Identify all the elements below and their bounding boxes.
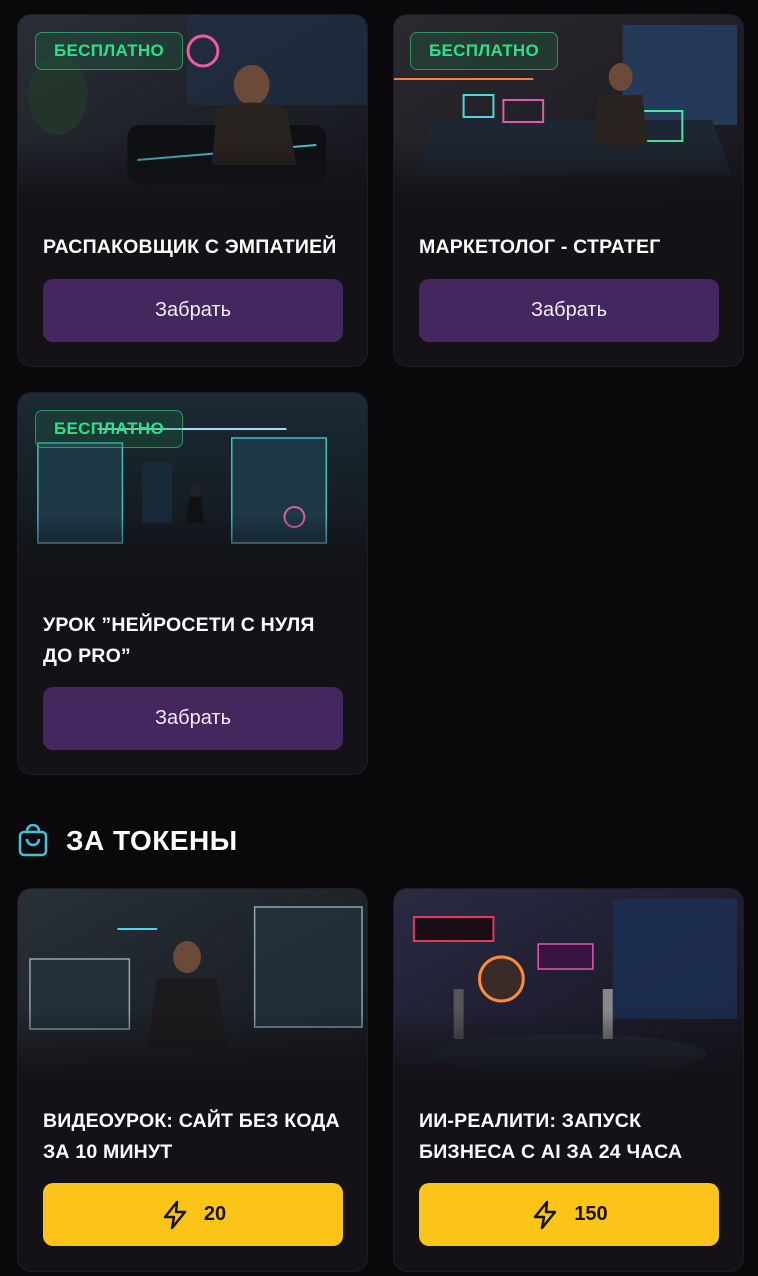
token-item-card-reality[interactable]: ИИ-РЕАЛИТИ: ЗАПУСК БИЗНЕСА С AI ЗА 24 ЧА… xyxy=(393,888,744,1272)
claim-button[interactable]: Забрать xyxy=(43,279,343,342)
lightning-icon xyxy=(163,1200,187,1229)
free-badge: БЕСПЛАТНО xyxy=(35,32,183,70)
card-title: МАРКЕТОЛОГ - СТРАТЕГ xyxy=(419,236,661,258)
free-item-card-marketer[interactable]: БЕСПЛАТНО МАРКЕТОЛОГ - СТРАТЕГ Забрать xyxy=(393,14,744,367)
section-title: ЗА ТОКЕНЫ xyxy=(66,825,238,856)
card-image xyxy=(18,889,367,1081)
card-image: БЕСПЛАТНО xyxy=(394,15,743,207)
token-item-card-website[interactable]: ВИДЕОУРОК: САЙТ БЕЗ КОДА ЗА 10 МИНУТ 20 xyxy=(17,888,368,1272)
free-badge: БЕСПЛАТНО xyxy=(35,410,183,448)
free-item-card-empathy[interactable]: БЕСПЛАТНО РАСПАКОВЩИК С ЭМПАТИЕЙ Забрать xyxy=(17,14,368,367)
card-image: БЕСПЛАТНО xyxy=(18,393,367,585)
card-title: УРОК ”НЕЙРОСЕТИ С НУЛЯ ДО PRO” xyxy=(43,614,315,667)
claim-button[interactable]: Забрать xyxy=(43,687,343,750)
card-title: ИИ-РЕАЛИТИ: ЗАПУСК БИЗНЕСА С AI ЗА 24 ЧА… xyxy=(419,1110,683,1163)
lightning-icon xyxy=(534,1200,557,1229)
buy-button[interactable]: 20 xyxy=(43,1183,343,1246)
buy-button[interactable]: 150 xyxy=(419,1183,719,1246)
card-title: РАСПАКОВЩИК С ЭМПАТИЕЙ xyxy=(43,236,337,258)
card-title: ВИДЕОУРОК: САЙТ БЕЗ КОДА ЗА 10 МИНУТ xyxy=(43,1110,340,1163)
claim-button[interactable]: Забрать xyxy=(419,279,719,342)
card-image xyxy=(394,889,743,1081)
tokens-section-header: ЗА ТОКЕНЫ xyxy=(18,824,238,858)
shopping-bag-icon xyxy=(18,824,48,857)
free-item-card-lesson[interactable]: БЕСПЛАТНО УРОК ”НЕЙРОСЕТИ С НУЛЯ ДО PRO”… xyxy=(17,392,368,775)
price-value: 20 xyxy=(203,1203,227,1225)
card-image: БЕСПЛАТНО xyxy=(18,15,367,207)
free-badge: БЕСПЛАТНО xyxy=(410,32,558,70)
price-value: 150 xyxy=(574,1203,608,1225)
shop-page: БЕСПЛАТНО РАСПАКОВЩИК С ЭМПАТИЕЙ Забрать xyxy=(0,0,758,1276)
